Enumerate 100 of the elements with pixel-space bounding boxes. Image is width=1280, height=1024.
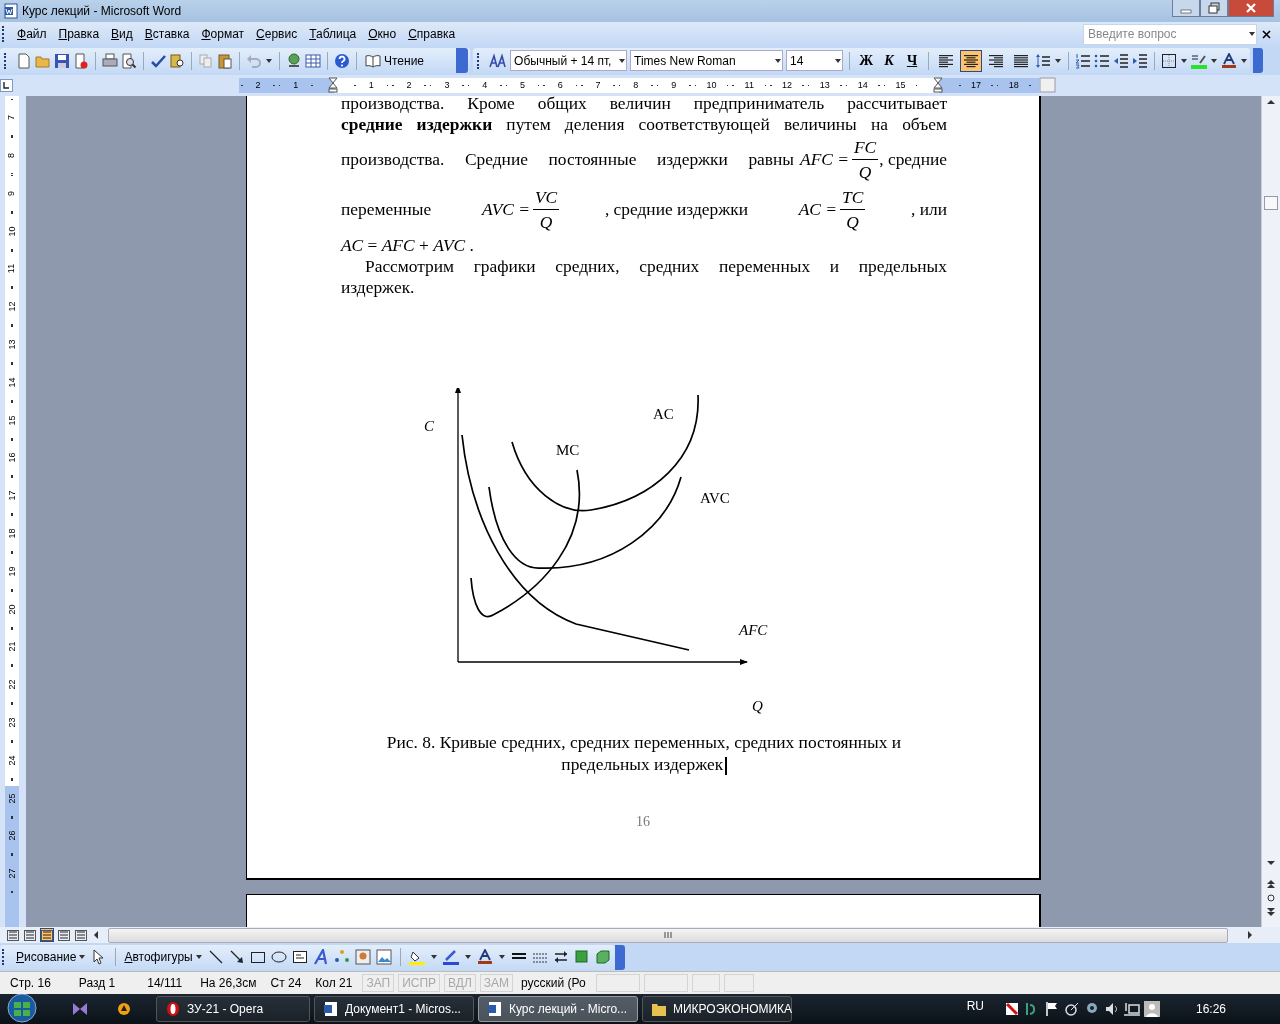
underline-button[interactable]: Ч — [902, 52, 923, 69]
wordart-icon[interactable] — [312, 949, 329, 966]
ruler-number: 6 — [557, 80, 563, 91]
language-indicator[interactable]: RU — [966, 999, 984, 1013]
taskbar-button[interactable]: МИКРОЭКОНОМИКА — [642, 996, 792, 1022]
view-button[interactable] — [40, 928, 54, 943]
paragraph-text: , или — [911, 199, 947, 221]
font-size-combo[interactable]: 14 — [786, 50, 844, 72]
ruler-number: 16 — [7, 452, 17, 463]
reading-button[interactable]: Чтение — [363, 50, 427, 71]
line-icon[interactable] — [207, 949, 224, 966]
printer-icon[interactable] — [102, 52, 118, 69]
indent-marker-icon[interactable] — [933, 77, 944, 94]
line-spacing-icon[interactable] — [1035, 52, 1052, 69]
menu-item[interactable]: Вид — [105, 25, 139, 44]
help-icon[interactable] — [334, 52, 350, 69]
status-panel — [723, 974, 754, 992]
ruler-number: 12 — [7, 301, 17, 312]
close-icon[interactable] — [1261, 28, 1272, 40]
3d-box-icon[interactable] — [594, 949, 611, 966]
bowtie-icon[interactable] — [72, 1001, 88, 1017]
decrease-indent-icon[interactable] — [1113, 52, 1130, 69]
font-color-icon[interactable] — [476, 949, 493, 966]
help-search-field[interactable]: Введите вопрос — [1084, 26, 1248, 43]
opera-icon — [165, 1001, 181, 1017]
menu-item[interactable]: Сервис — [250, 25, 304, 44]
line-color-icon[interactable] — [442, 949, 459, 966]
taskbar-button[interactable]: Документ1 - Micros... — [314, 996, 474, 1022]
tab-stop-icon[interactable] — [0, 78, 13, 92]
increase-indent-icon[interactable] — [1132, 52, 1149, 69]
maximize-icon[interactable] — [1200, 0, 1228, 17]
fill-bucket-icon[interactable] — [408, 949, 425, 966]
picture-icon[interactable] — [375, 949, 392, 966]
document-icon[interactable] — [73, 52, 89, 69]
styles-icon[interactable] — [489, 52, 508, 69]
minimize-icon[interactable] — [1172, 0, 1200, 17]
shadow-icon[interactable] — [573, 949, 590, 966]
horizontal-scrollbar[interactable] — [108, 927, 1228, 943]
taskbar-button[interactable]: ЗУ-21 - Opera — [156, 996, 310, 1022]
highlighter-icon[interactable] — [1191, 52, 1208, 69]
menu-item[interactable]: Окно — [362, 25, 403, 44]
view-button[interactable] — [74, 928, 88, 943]
magnifier-icon[interactable] — [121, 52, 137, 69]
clip-art-icon[interactable] — [354, 949, 371, 966]
page-view-icon — [41, 929, 53, 941]
user-icon[interactable] — [1143, 1001, 1160, 1017]
scroll-thumb[interactable] — [1264, 195, 1278, 210]
ruler-number: 1 — [368, 80, 374, 91]
border-icon[interactable] — [1161, 52, 1178, 69]
toolbar-options-icon[interactable] — [614, 944, 625, 970]
autoshapes-menu[interactable]: Автофигуры — [124, 950, 203, 965]
align-button[interactable] — [960, 49, 983, 72]
status-field: 14/111 — [143, 975, 197, 991]
menu-item[interactable]: Справка — [402, 25, 462, 44]
paragraph-text: AC = AFC + AVC . — [341, 234, 475, 256]
network-icon[interactable] — [1123, 1001, 1140, 1017]
menu-item[interactable]: Формат — [195, 25, 251, 44]
italic-button[interactable]: К — [879, 52, 900, 69]
status-panel — [643, 974, 688, 992]
status-field: Кол 21 — [311, 975, 363, 991]
globe-link-icon[interactable] — [286, 52, 302, 69]
save-icon[interactable] — [54, 52, 70, 69]
menu-item[interactable]: Таблица — [303, 25, 363, 44]
ruler-number: 17 — [7, 490, 17, 501]
rectangle-icon[interactable] — [249, 949, 266, 966]
taskbar-button[interactable]: Курс лекций - Micro... — [478, 996, 638, 1022]
font-combo[interactable]: Times New Roman — [630, 50, 784, 72]
bullet-list-icon[interactable] — [1094, 52, 1111, 69]
clock[interactable]: 16:26 — [1195, 1002, 1226, 1016]
satellite-icon[interactable] — [1063, 1001, 1080, 1017]
speaker-icon[interactable] — [1103, 1001, 1120, 1017]
arrow-icon[interactable] — [228, 949, 245, 966]
new-document-icon[interactable] — [16, 52, 32, 69]
clipboard-icon[interactable] — [217, 52, 233, 69]
bold-button[interactable]: Ж — [856, 52, 877, 69]
font-color-icon[interactable] — [1221, 52, 1238, 69]
scroll-right-icon[interactable] — [1245, 929, 1255, 942]
view-button[interactable] — [6, 928, 20, 943]
antivirus-icon[interactable] — [1003, 1001, 1020, 1017]
style-combo[interactable]: Обычный + 14 пт, — [510, 50, 628, 72]
align-lines-icon — [1013, 52, 1030, 69]
toolbar-options-icon[interactable] — [456, 48, 469, 74]
view-button[interactable] — [57, 928, 71, 943]
table-icon[interactable] — [305, 52, 321, 69]
menu-item[interactable]: Файл — [11, 25, 53, 44]
ellipse-icon[interactable] — [270, 949, 287, 966]
indent-marker-icon[interactable] — [328, 77, 339, 94]
ruler-number: 4 — [482, 80, 488, 91]
numbered-list-icon[interactable] — [1075, 52, 1092, 69]
ruler-number: 23 — [7, 717, 17, 728]
book-magnifier-icon[interactable] — [169, 52, 185, 69]
drawing-menu[interactable]: Рисование — [16, 950, 87, 965]
menu-item[interactable]: Вставка — [138, 25, 196, 44]
menu-item[interactable]: Правка — [52, 25, 106, 44]
ruler-number: 25 — [7, 793, 17, 804]
text-box-icon[interactable] — [291, 949, 308, 966]
view-button[interactable] — [23, 928, 37, 943]
help-search-box[interactable]: Введите вопрос — [1083, 23, 1257, 45]
ruler-number: 14 — [7, 377, 17, 388]
flag-icon[interactable] — [1043, 1001, 1060, 1017]
